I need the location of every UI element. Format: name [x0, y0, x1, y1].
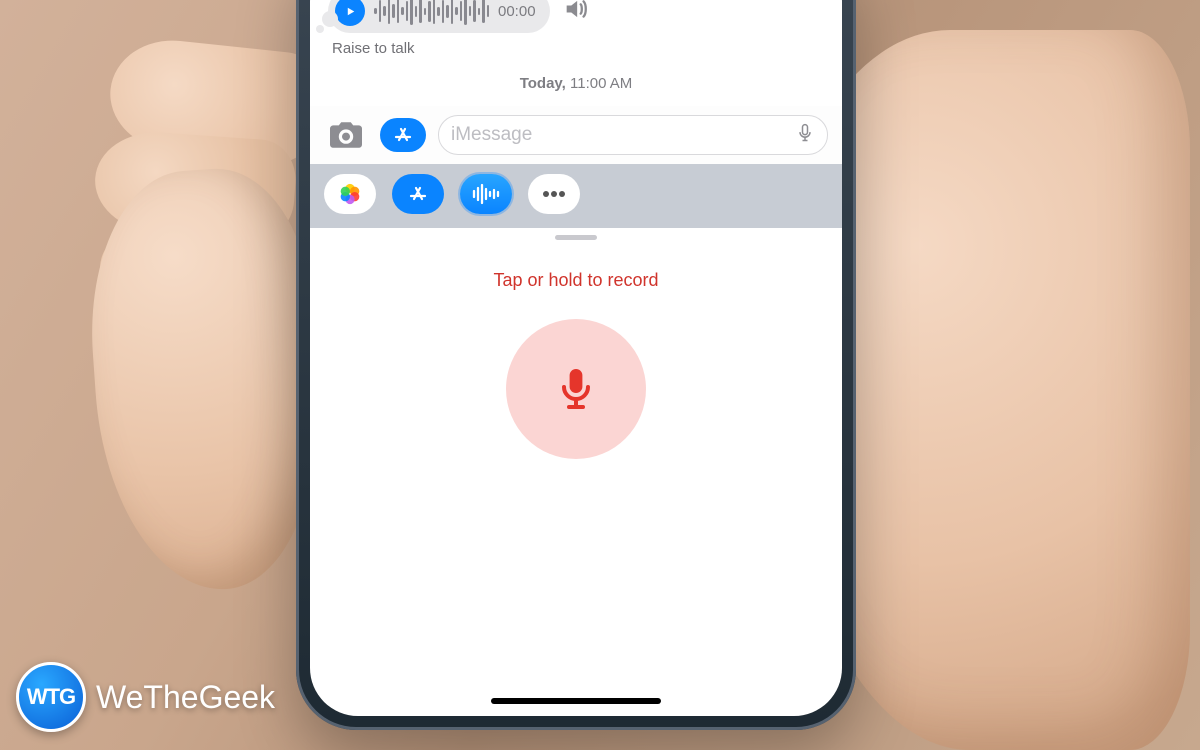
- photos-app-button[interactable]: [324, 174, 376, 214]
- watermark-logo-text: WTG: [27, 684, 75, 710]
- app-store-icon: [406, 182, 430, 206]
- messages-thread[interactable]: Today, 10:56 AM 00:00: [310, 0, 842, 92]
- audio-message-bubble[interactable]: 00:00: [328, 0, 550, 33]
- audio-wave-icon: [471, 183, 501, 205]
- imessage-placeholder: iMessage: [451, 124, 795, 146]
- message-input-bar: iMessage: [310, 106, 842, 164]
- watermark-logo: WTG: [16, 662, 86, 732]
- dictation-button[interactable]: [795, 120, 815, 151]
- audio-record-panel: Tap or hold to record: [310, 246, 842, 519]
- photos-icon: [337, 181, 363, 207]
- drawer-grabber[interactable]: [310, 228, 842, 246]
- timestamp-2: Today, 11:00 AM: [310, 75, 842, 92]
- timestamp-time: 11:00 AM: [570, 75, 632, 92]
- speaker-icon[interactable]: [562, 0, 590, 28]
- home-indicator[interactable]: [491, 698, 661, 704]
- camera-icon: [326, 119, 366, 151]
- waveform-icon: [374, 0, 489, 25]
- scene-background: Today, 10:56 AM 00:00: [0, 0, 1200, 750]
- watermark: WTG WeTheGeek: [16, 662, 275, 732]
- play-button[interactable]: [335, 0, 365, 26]
- apps-button[interactable]: [380, 118, 426, 152]
- imessage-app-tray[interactable]: [310, 164, 842, 228]
- play-icon: [344, 5, 357, 18]
- microphone-icon: [552, 365, 600, 413]
- timestamp-day: Today,: [520, 75, 566, 92]
- more-apps-button[interactable]: [528, 174, 580, 214]
- more-icon: [541, 190, 567, 198]
- watermark-brand: WeTheGeek: [96, 679, 275, 716]
- hand-thumb: [81, 163, 330, 597]
- microphone-icon: [795, 120, 815, 146]
- app-store-icon: [391, 123, 415, 147]
- imessage-input[interactable]: iMessage: [438, 115, 828, 155]
- iphone-screen: Today, 10:56 AM 00:00: [310, 0, 842, 716]
- record-prompt: Tap or hold to record: [310, 270, 842, 291]
- audio-message-row: 00:00: [310, 0, 842, 37]
- record-button[interactable]: [506, 319, 646, 459]
- raise-to-talk-hint: Raise to talk: [332, 40, 842, 57]
- app-store-app-button[interactable]: [392, 174, 444, 214]
- audio-message-app-button[interactable]: [460, 174, 512, 214]
- iphone-frame: Today, 10:56 AM 00:00: [296, 0, 856, 730]
- camera-button[interactable]: [324, 116, 368, 154]
- audio-duration: 00:00: [498, 3, 536, 20]
